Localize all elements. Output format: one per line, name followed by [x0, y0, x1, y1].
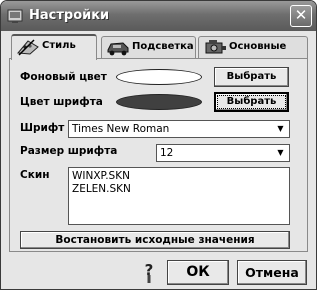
background-color-swatch	[116, 69, 202, 85]
engine-icon	[205, 40, 226, 54]
cancel-button[interactable]: Отмена	[237, 260, 307, 285]
palette-icon	[17, 39, 39, 56]
choose-font-color-button[interactable]: Выбрать	[214, 92, 289, 112]
font-color-swatch	[116, 94, 202, 110]
tab-style[interactable]: Стиль	[11, 34, 97, 60]
skin-listbox[interactable]: WINXP.SKN ZELEN.SKN	[68, 167, 290, 225]
font-select-value: Times New Roman	[72, 123, 170, 135]
tab-backlight[interactable]: Подсветка	[101, 36, 196, 58]
skin-label: Скин	[20, 169, 50, 181]
title-bar[interactable]: Настройки ✕	[1, 1, 316, 31]
help-icon: ?	[145, 261, 154, 283]
background-color-label: Фоновый цвет	[20, 71, 107, 83]
font-color-label: Цвет шрифта	[20, 96, 103, 108]
list-item[interactable]: ZELEN.SKN	[69, 183, 289, 196]
font-size-label: Размер шрифта	[20, 145, 118, 157]
ok-button[interactable]: ОК	[167, 260, 229, 285]
tab-general[interactable]: Основные	[198, 36, 308, 58]
tab-style-label: Стиль	[42, 40, 76, 51]
close-icon: ✕	[294, 6, 308, 24]
close-button[interactable]: ✕	[290, 5, 312, 27]
restore-defaults-button[interactable]: Востановить исходные значения	[20, 231, 290, 249]
window-app-icon	[7, 9, 23, 23]
font-size-select[interactable]: 12 ▼	[156, 144, 290, 162]
help-glyph: ?	[145, 262, 154, 279]
window-title: Настройки	[29, 8, 110, 23]
font-size-select-value: 12	[160, 147, 174, 159]
font-label: Шрифт	[20, 122, 65, 134]
choose-background-color-button[interactable]: Выбрать	[214, 67, 289, 87]
font-select[interactable]: Times New Roman ▼	[68, 120, 290, 138]
car-icon	[107, 42, 129, 56]
tab-general-label: Основные	[229, 41, 287, 52]
chevron-down-icon[interactable]: ▼	[273, 122, 288, 136]
list-item[interactable]: WINXP.SKN	[69, 170, 289, 183]
chevron-down-icon[interactable]: ▼	[273, 146, 288, 160]
settings-window: Настройки ✕ Стиль Подсветка Основные Фон…	[0, 0, 317, 290]
help-button[interactable]: ?	[139, 261, 159, 284]
tab-panel-style: Фоновый цвет Выбрать Цвет шрифта Выбрать…	[9, 58, 308, 252]
tab-backlight-label: Подсветка	[132, 41, 194, 52]
